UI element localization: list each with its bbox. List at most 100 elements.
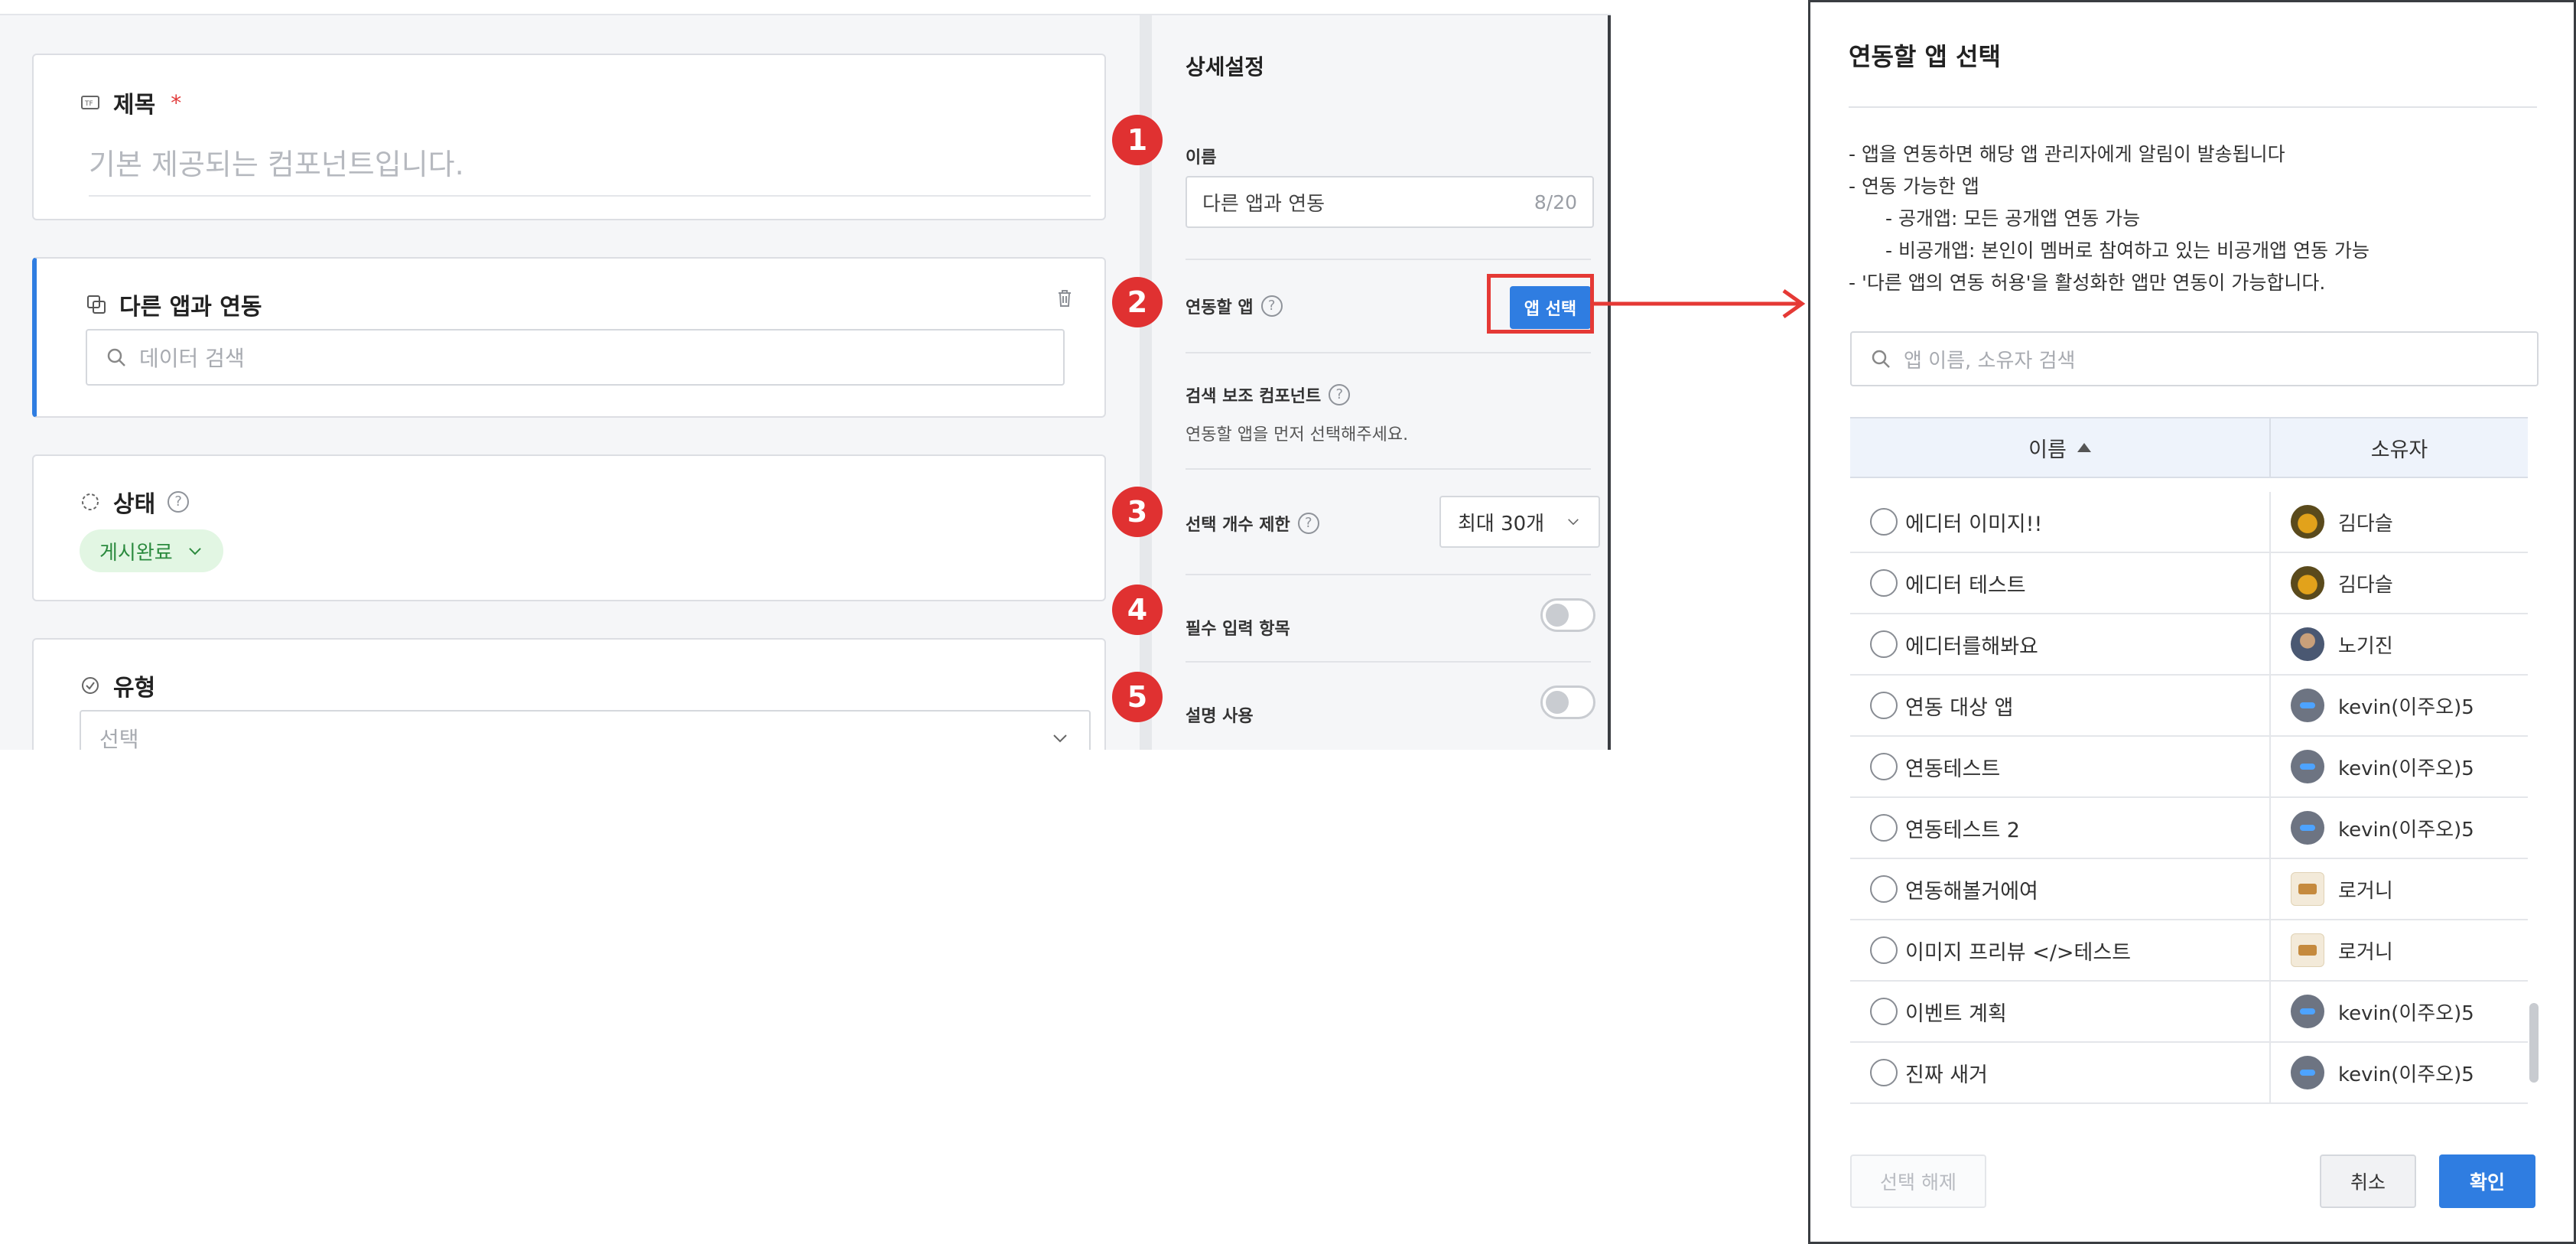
- table-header: 이름 소유자: [1850, 417, 2528, 478]
- app-name: 에디터 이미지!!: [1905, 512, 2043, 536]
- description-label: 설명 사용: [1186, 707, 1254, 726]
- data-search-input[interactable]: 데이터 검색: [86, 329, 1065, 386]
- avatar: [2291, 995, 2324, 1028]
- app-name-cell: 에디터를해봐요: [1850, 614, 2271, 674]
- table-row[interactable]: 연동해볼거에여 로거니: [1850, 859, 2528, 920]
- required-label: 필수 입력 항목: [1186, 620, 1290, 639]
- help-icon[interactable]: ?: [1297, 513, 1319, 534]
- owner-name: 김다슬: [2338, 512, 2393, 536]
- owner-cell: kevin(이주오)5: [2271, 995, 2528, 1028]
- name-input[interactable]: 다른 앱과 연동 8/20: [1186, 176, 1594, 228]
- divider: [1186, 574, 1591, 575]
- radio-button[interactable]: [1870, 753, 1898, 780]
- status-dropdown[interactable]: 게시완료: [80, 529, 223, 572]
- table-row[interactable]: 이미지 프리뷰 </>테스트 로거니: [1850, 920, 2528, 982]
- data-search-placeholder: 데이터 검색: [139, 346, 245, 371]
- title-placeholder[interactable]: 기본 제공되는 컴포넌트입니다.: [89, 141, 1091, 197]
- app-name: 연동 대상 앱: [1905, 695, 2014, 720]
- column-header-owner[interactable]: 소유자: [2271, 418, 2528, 477]
- annotation-badge-1: 1: [1112, 115, 1163, 165]
- table-row[interactable]: 이벤트 계획 kevin(이주오)5: [1850, 982, 2528, 1043]
- radio-button[interactable]: [1870, 569, 1898, 597]
- annotation-badge-4: 4: [1112, 585, 1163, 635]
- note-line: - 비공개앱: 본인이 멤버로 참여하고 있는 비공개앱 연동 가능: [1885, 239, 2370, 262]
- limit-value: 최대 30개: [1458, 512, 1545, 536]
- owner-name: kevin(이주오)5: [2338, 818, 2474, 842]
- help-icon[interactable]: ?: [1329, 384, 1351, 405]
- required-toggle[interactable]: [1540, 598, 1595, 632]
- settings-panel: 상세설정 이름 다른 앱과 연동 8/20 연동할 앱 ? 앱 선택 검색 보조…: [1140, 15, 1611, 750]
- radio-button[interactable]: [1870, 630, 1898, 658]
- title-component-card[interactable]: TF 제목 * 기본 제공되는 컴포넌트입니다.: [32, 54, 1106, 220]
- chevron-down-icon: [1565, 513, 1582, 530]
- search-icon: [106, 347, 127, 368]
- app-search-placeholder: 앱 이름, 소유자 검색: [1904, 349, 2076, 373]
- link-app-component-header: 다른 앱과 연동: [86, 288, 262, 321]
- radio-button[interactable]: [1870, 1059, 1898, 1086]
- type-component-card[interactable]: 유형 선택: [32, 638, 1106, 750]
- annotation-badge-5: 5: [1112, 672, 1163, 722]
- radio-button[interactable]: [1870, 692, 1898, 719]
- text-field-icon: TF: [80, 92, 101, 113]
- help-icon[interactable]: ?: [168, 491, 190, 513]
- avatar: [2291, 750, 2324, 783]
- avatar: [2291, 933, 2324, 967]
- link-app-component-card[interactable]: 다른 앱과 연동 데이터 검색: [32, 257, 1106, 418]
- status-component-header: 상태 ?: [80, 485, 190, 519]
- owner-name: 로거니: [2338, 940, 2393, 964]
- radio-button[interactable]: [1870, 814, 1898, 842]
- table-row[interactable]: 에디터 이미지!! 김다슬: [1850, 492, 2528, 553]
- column-header-name[interactable]: 이름: [1850, 418, 2271, 477]
- app-name: 이미지 프리뷰 </>테스트: [1905, 940, 2132, 965]
- limit-label: 선택 개수 제한 ?: [1186, 511, 1319, 536]
- confirm-button[interactable]: 확인: [2439, 1154, 2535, 1208]
- table-row[interactable]: 연동테스트 kevin(이주오)5: [1850, 737, 2528, 798]
- dialog-title: 연동할 앱 선택: [1849, 42, 2001, 71]
- app-name: 에디터 테스트: [1905, 573, 2026, 598]
- description-toggle[interactable]: [1540, 686, 1595, 719]
- radio-button[interactable]: [1870, 936, 1898, 964]
- trash-icon[interactable]: [1052, 286, 1077, 311]
- owner-cell: kevin(이주오)5: [2271, 750, 2528, 783]
- table-row[interactable]: 에디터 테스트 김다슬: [1850, 553, 2528, 614]
- scrollbar-thumb[interactable]: [2529, 1003, 2539, 1083]
- table-row[interactable]: 연동테스트 2 kevin(이주오)5: [1850, 798, 2528, 859]
- app-name: 연동테스트 2: [1905, 818, 2020, 842]
- annotation-badge-2: 2: [1112, 277, 1163, 327]
- avatar: [2291, 566, 2324, 600]
- app-name-cell: 에디터 테스트: [1850, 553, 2271, 613]
- app-name-cell: 연동해볼거에여: [1850, 859, 2271, 919]
- clear-selection-button[interactable]: 선택 해제: [1850, 1154, 1986, 1208]
- table-row[interactable]: 에디터를해봐요 노기진: [1850, 614, 2528, 676]
- owner-cell: kevin(이주오)5: [2271, 1056, 2528, 1089]
- type-select-placeholder: 선택: [99, 727, 139, 750]
- app-name-cell: 이미지 프리뷰 </>테스트: [1850, 920, 2271, 980]
- table-row[interactable]: 진짜 새거 kevin(이주오)5: [1850, 1043, 2528, 1104]
- cancel-button[interactable]: 취소: [2320, 1154, 2416, 1208]
- type-component-label: 유형: [113, 675, 156, 702]
- table-row[interactable]: 연동 대상 앱 kevin(이주오)5: [1850, 676, 2528, 737]
- name-input-value: 다른 앱과 연동: [1202, 192, 1325, 216]
- required-mark: *: [171, 90, 182, 116]
- name-label: 이름: [1186, 148, 1217, 168]
- search-aux-label: 검색 보조 컴포넌트 ?: [1186, 383, 1351, 407]
- status-component-card[interactable]: 상태 ? 게시완료: [32, 454, 1106, 601]
- owner-cell: 김다슬: [2271, 505, 2528, 539]
- help-icon[interactable]: ?: [1260, 295, 1283, 317]
- type-component-header: 유형: [80, 669, 155, 702]
- radio-button[interactable]: [1870, 998, 1898, 1025]
- app-search-input[interactable]: 앱 이름, 소유자 검색: [1850, 331, 2539, 386]
- app-name-cell: 이벤트 계획: [1850, 982, 2271, 1041]
- annotation-badge-3: 3: [1112, 487, 1163, 537]
- owner-cell: 노기진: [2271, 627, 2528, 661]
- owner-name: kevin(이주오)5: [2338, 1063, 2474, 1086]
- note-line: - 공개앱: 모든 공개앱 연동 가능: [1885, 207, 2141, 230]
- app-name-cell: 에디터 이미지!!: [1850, 492, 2271, 552]
- radio-button[interactable]: [1870, 875, 1898, 903]
- app-name: 진짜 새거: [1905, 1063, 1988, 1087]
- divider: [1186, 259, 1591, 260]
- type-select[interactable]: 선택: [80, 710, 1091, 750]
- radio-button[interactable]: [1870, 508, 1898, 536]
- note-line: - 앱을 연동하면 해당 앱 관리자에게 알림이 발송됩니다: [1849, 143, 2285, 165]
- limit-select[interactable]: 최대 30개: [1439, 496, 1600, 548]
